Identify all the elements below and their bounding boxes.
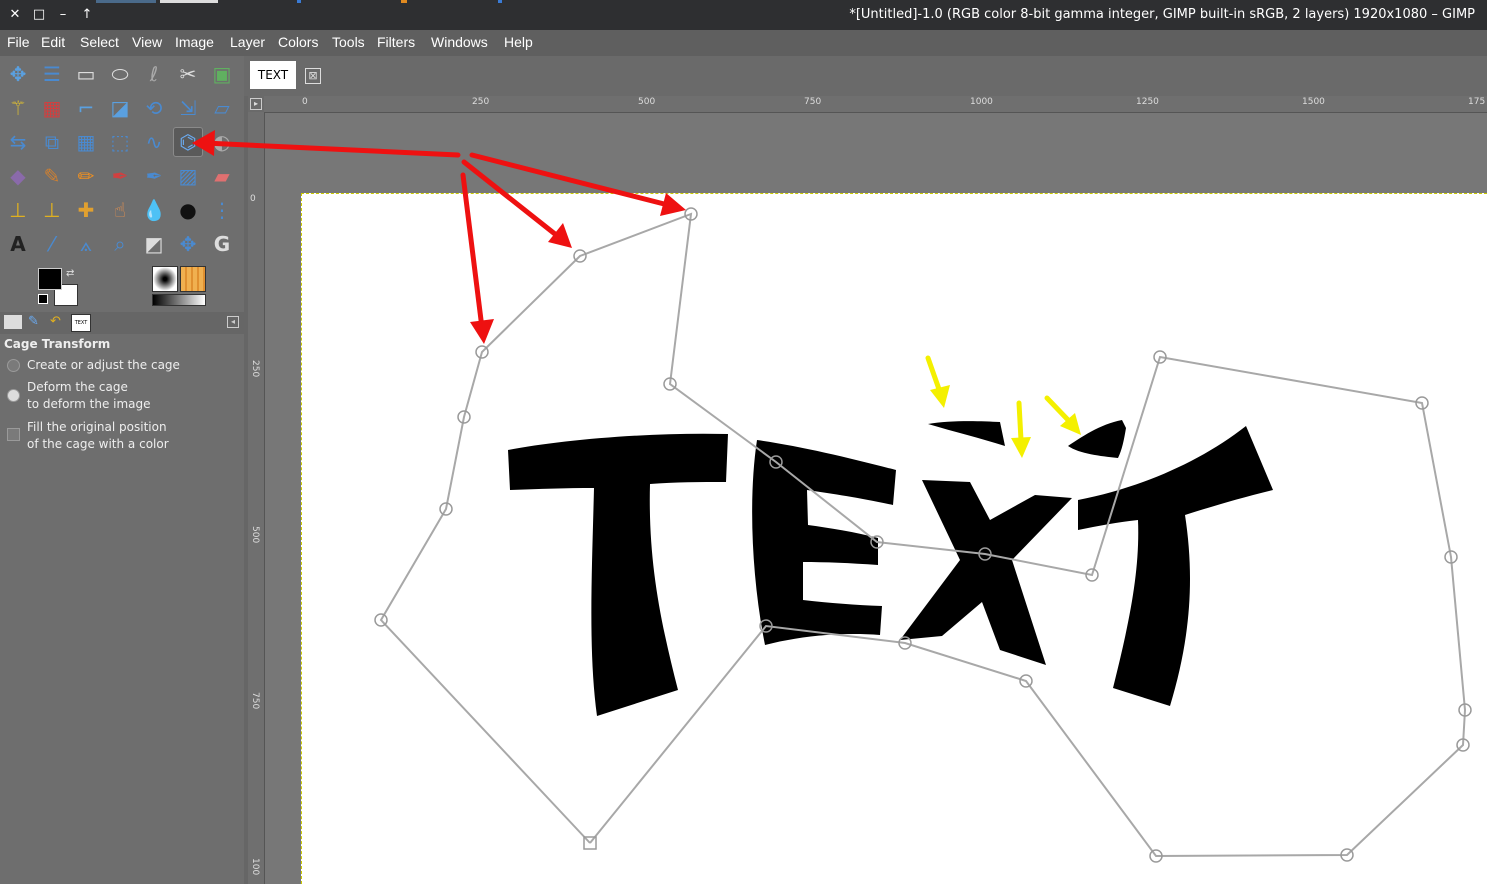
yellow-arrow [1016,400,1024,443]
yellow-arrow [1044,395,1073,425]
glyph-T2 [1078,426,1273,706]
glyph-X [900,480,1072,665]
yellow-arrowhead [930,385,950,408]
canvas-overlay [192,130,1472,863]
yellow-arrowhead [1011,437,1031,458]
glyph-T1 [508,433,728,716]
yellow-annotation-arrows [925,355,1081,458]
red-arrowhead [192,130,215,156]
red-arrow [202,140,461,158]
red-annotation-arrows [192,130,686,344]
warped-text-glyphs [508,420,1273,716]
cage-line [379,212,1467,858]
red-arrowhead [548,223,572,248]
glyph-E [752,440,896,645]
yellow-arrow [925,355,943,395]
cage-handles[interactable] [374,207,1472,863]
red-arrow [460,172,485,331]
red-arrowhead [660,193,686,216]
red-arrow [469,152,675,209]
glyph-fragment [928,421,1005,446]
red-arrowhead [470,319,494,344]
cage-outline [379,212,1467,858]
